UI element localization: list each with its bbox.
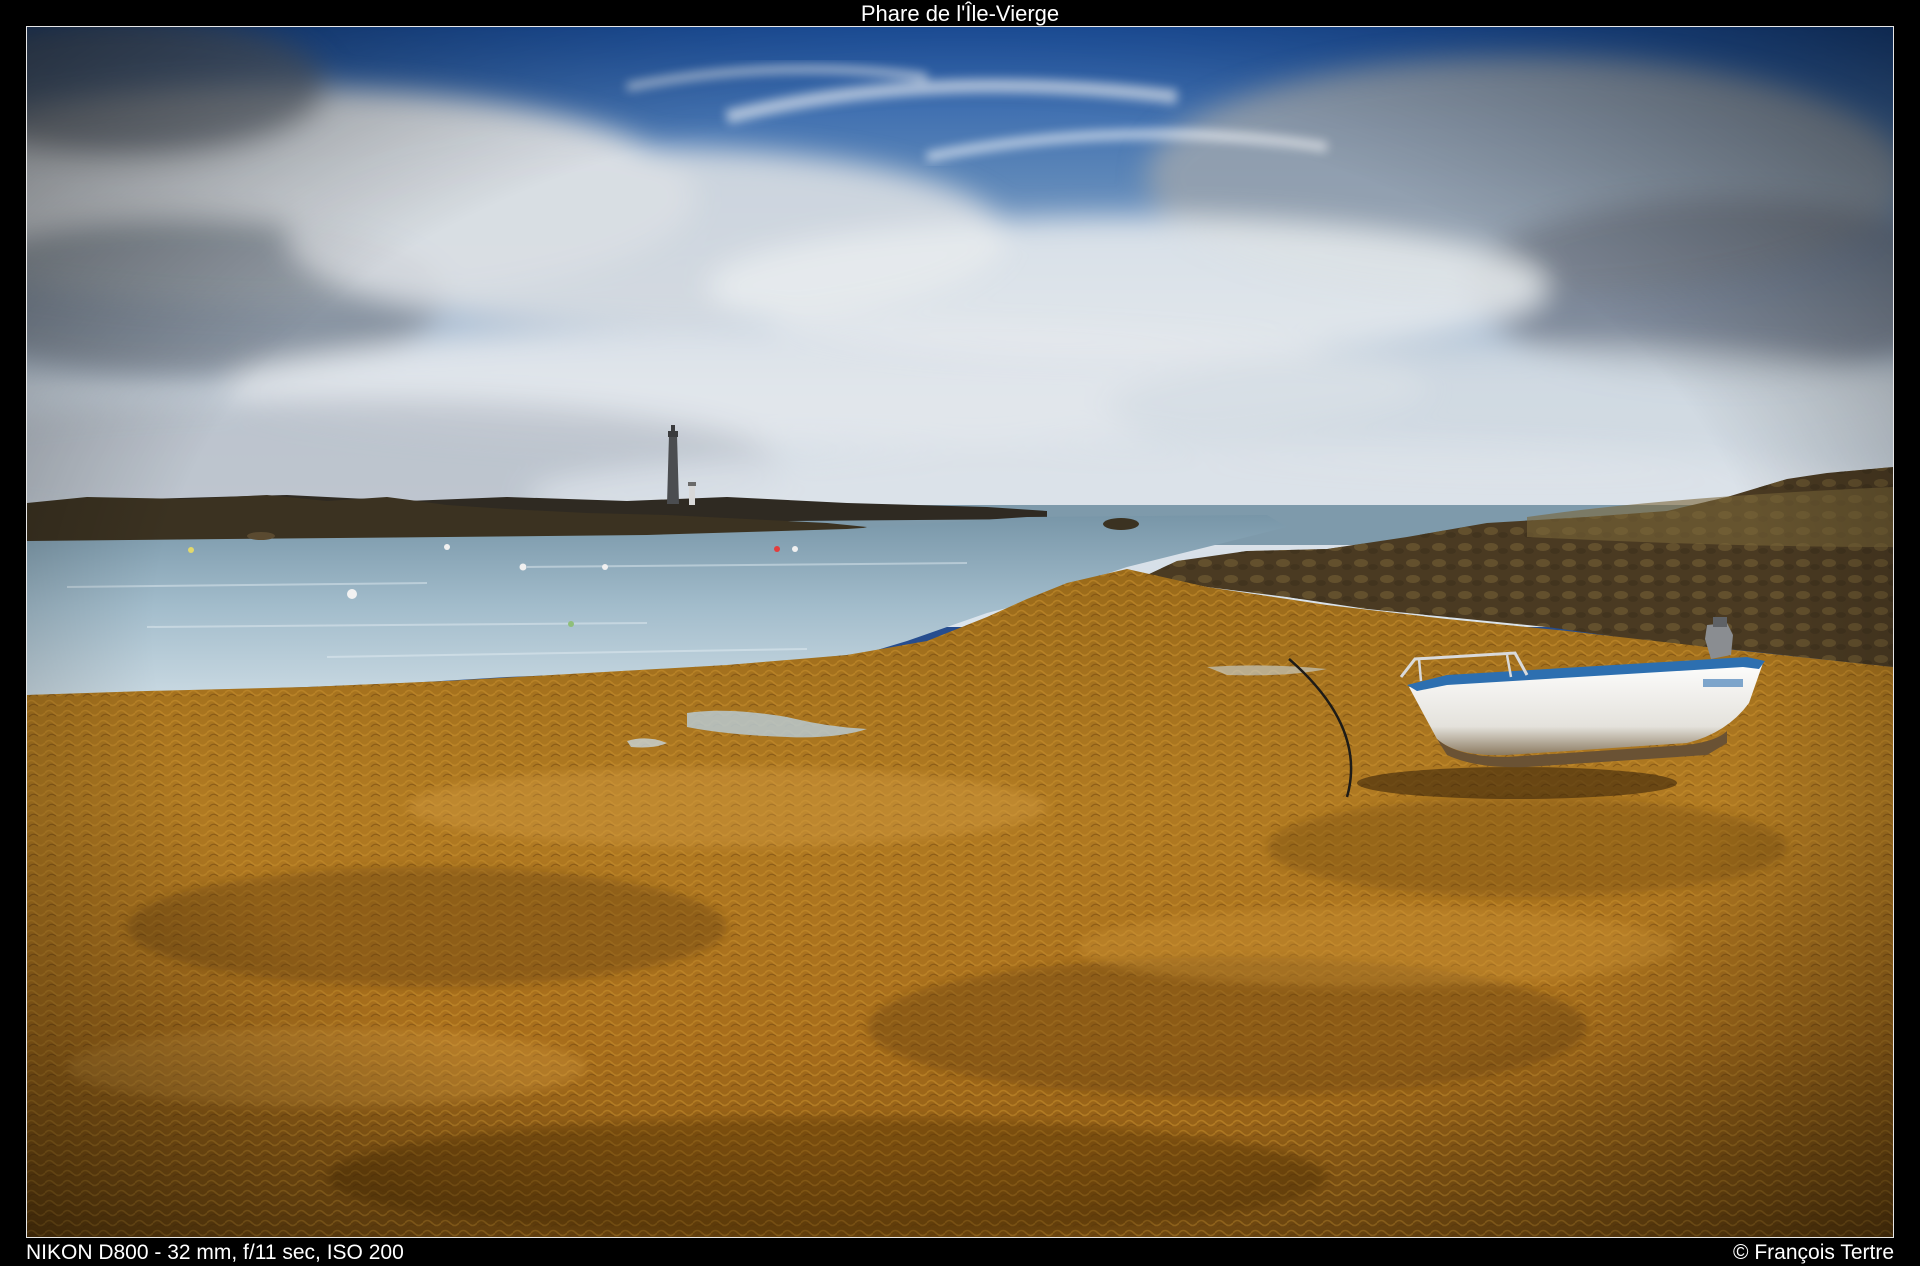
photo-title: Phare de l'Île-Vierge [860,1,1060,26]
photo-frame [26,26,1894,1238]
landscape-photo [27,27,1893,1237]
exif-caption: NIKON D800 - 32 mm, f/11 sec, ISO 200 [26,1241,404,1264]
copyright-caption: © François Tertre [1733,1241,1894,1264]
photo-viewer: Phare de l'Île-Vierge NIKON D800 - 32 mm… [0,0,1920,1266]
vignette [27,27,1893,1237]
